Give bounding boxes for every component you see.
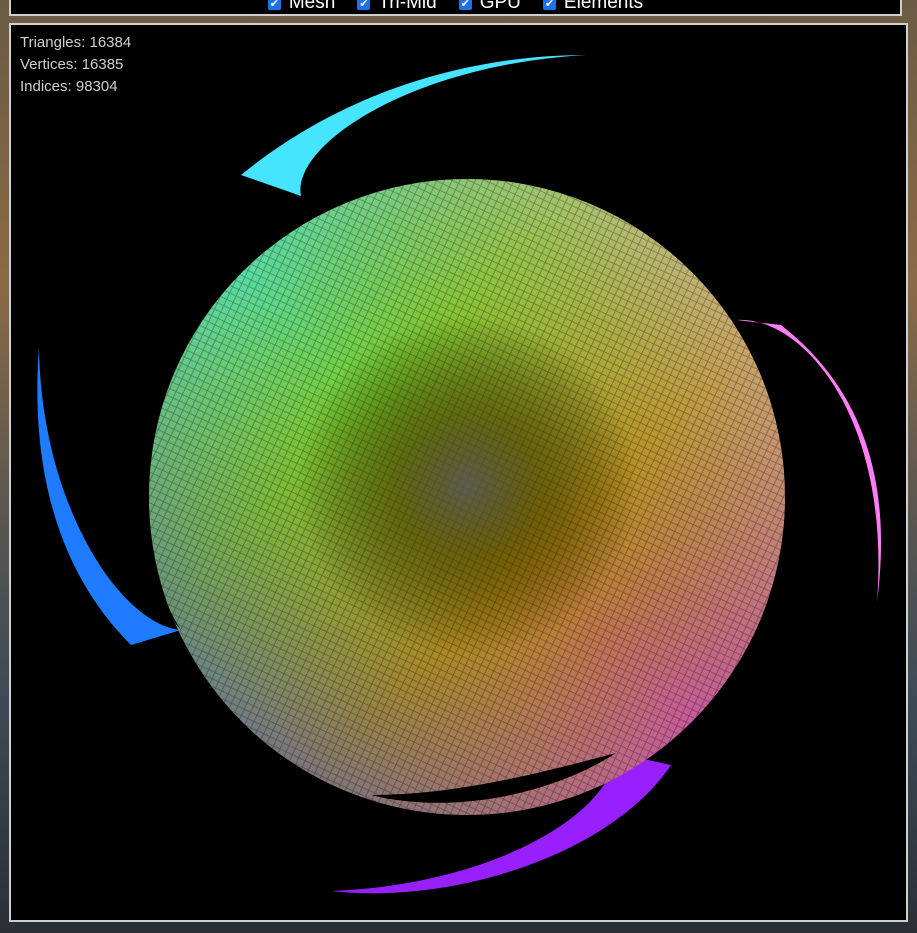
checkbox-checked-icon[interactable]: ✔ <box>542 0 556 10</box>
options-toolbar: ✔ Mesh ✔ Tri-Mid ✔ GPU ✔ Elements <box>9 0 902 16</box>
option-label: Tri-Mid <box>378 0 437 13</box>
mesh-stats: Triangles: 16384 Vertices: 16385 Indices… <box>20 32 131 98</box>
option-mesh[interactable]: ✔ Mesh <box>267 0 336 14</box>
render-viewport[interactable]: Triangles: 16384 Vertices: 16385 Indices… <box>9 23 908 922</box>
checkbox-checked-icon[interactable]: ✔ <box>458 0 472 10</box>
option-tri-mid[interactable]: ✔ Tri-Mid <box>357 0 437 14</box>
swirl-mesh-render <box>37 55 882 894</box>
checkbox-checked-icon[interactable]: ✔ <box>357 0 371 10</box>
option-gpu[interactable]: ✔ GPU <box>458 0 521 14</box>
checkbox-checked-icon[interactable]: ✔ <box>267 0 281 10</box>
arm-top-cyan <box>241 55 586 196</box>
option-label: Elements <box>563 0 644 13</box>
option-label: Mesh <box>288 0 336 13</box>
triangles-count: Triangles: 16384 <box>20 34 132 51</box>
indices-count: Indices: 98304 <box>20 78 118 95</box>
swirl-core <box>297 315 637 655</box>
option-label: GPU <box>479 0 521 13</box>
vertices-count: Vertices: 16385 <box>20 56 124 73</box>
option-elements[interactable]: ✔ Elements <box>542 0 644 14</box>
